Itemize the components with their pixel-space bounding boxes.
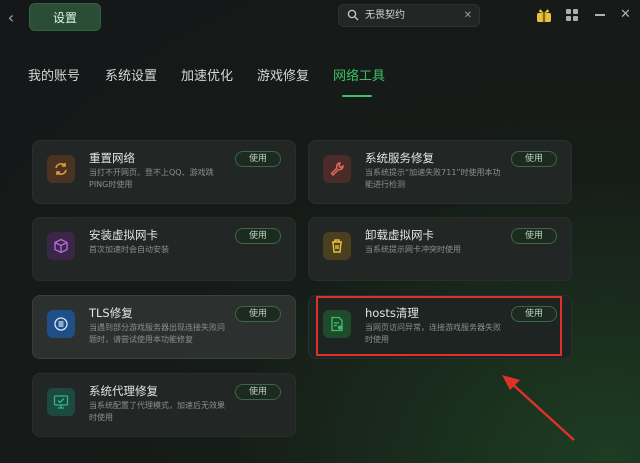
monitor-icon [47,388,75,416]
tool-card-system-service-repair: 系统服务修复 当系统提示“加速失败711”时使用本功能进行检测 使用 [308,140,572,204]
refresh-icon [47,155,75,183]
search-input[interactable]: 无畏契约 ✕ [338,4,480,27]
trash-icon [323,232,351,260]
search-value: 无畏契约 [365,10,405,21]
search-icon [347,9,359,21]
clear-search-icon[interactable]: ✕ [464,5,472,26]
tool-card-tls-repair: TLS修复 当遇到部分游戏服务器出现连接失败问题时，请尝试使用本功能修复 使用 [32,295,296,359]
tab-bar: 我的账号 系统设置 加速优化 游戏修复 网络工具 [0,66,640,97]
tool-card-uninstall-virtual-nic: 卸载虚拟网卡 当系统提示网卡冲突时使用 使用 [308,217,572,281]
use-button[interactable]: 使用 [235,228,281,244]
tool-name: 系统代理修复 [89,384,158,398]
tab-game-repair[interactable]: 游戏修复 [257,66,309,88]
use-button[interactable]: 使用 [235,384,281,400]
tool-desc: 当遇到部分游戏服务器出现连接失败问题时，请尝试使用本功能修复 [89,323,225,344]
tool-name: 卸载虚拟网卡 [365,228,434,242]
close-icon[interactable]: ✕ [620,8,631,22]
title-bar: ‹ 设置 无畏契约 ✕ ✕ [0,0,640,40]
tool-name: 重置网络 [89,151,135,165]
back-icon[interactable]: ‹ [4,9,18,27]
tool-card-system-proxy-repair: 系统代理修复 当系统配置了代理模式，加速后无效果时使用 使用 [32,373,296,437]
use-button[interactable]: 使用 [511,228,557,244]
cube-icon [47,232,75,260]
minimize-icon[interactable] [595,14,605,16]
tool-desc: 当系统配置了代理模式，加速后无效果时使用 [89,401,225,422]
use-button[interactable]: 使用 [511,151,557,167]
tool-card-reset-network: 重置网络 当打不开网页、登不上QQ、游戏跳PING时使用 使用 [32,140,296,204]
apps-grid-icon[interactable] [566,9,578,21]
tab-my-account[interactable]: 我的账号 [28,66,80,88]
tab-acceleration[interactable]: 加速优化 [181,66,233,88]
tool-name: TLS修复 [89,306,133,320]
settings-title-tab[interactable]: 设置 [29,3,101,31]
tool-name: 系统服务修复 [365,151,434,165]
use-button[interactable]: 使用 [235,306,281,322]
tool-desc: 首次加速时会自动安装 [89,245,169,254]
tool-desc: 当系统提示网卡冲突时使用 [365,245,461,254]
use-button[interactable]: 使用 [235,151,281,167]
tool-name: 安装虚拟网卡 [89,228,158,242]
tool-card-install-virtual-nic: 安装虚拟网卡 首次加速时会自动安装 使用 [32,217,296,281]
tool-desc: 当系统提示“加速失败711”时使用本功能进行检测 [365,168,501,189]
tls-icon [47,310,75,338]
annotation-arrow-icon [502,375,575,441]
active-tab-indicator [342,95,372,97]
tool-desc: 当打不开网页、登不上QQ、游戏跳PING时使用 [89,168,214,189]
annotation-highlight-box [316,296,562,356]
tab-network-tools[interactable]: 网络工具 [333,66,385,88]
tab-system-settings[interactable]: 系统设置 [105,66,157,88]
gift-icon[interactable] [536,8,552,23]
wrench-icon [323,155,351,183]
